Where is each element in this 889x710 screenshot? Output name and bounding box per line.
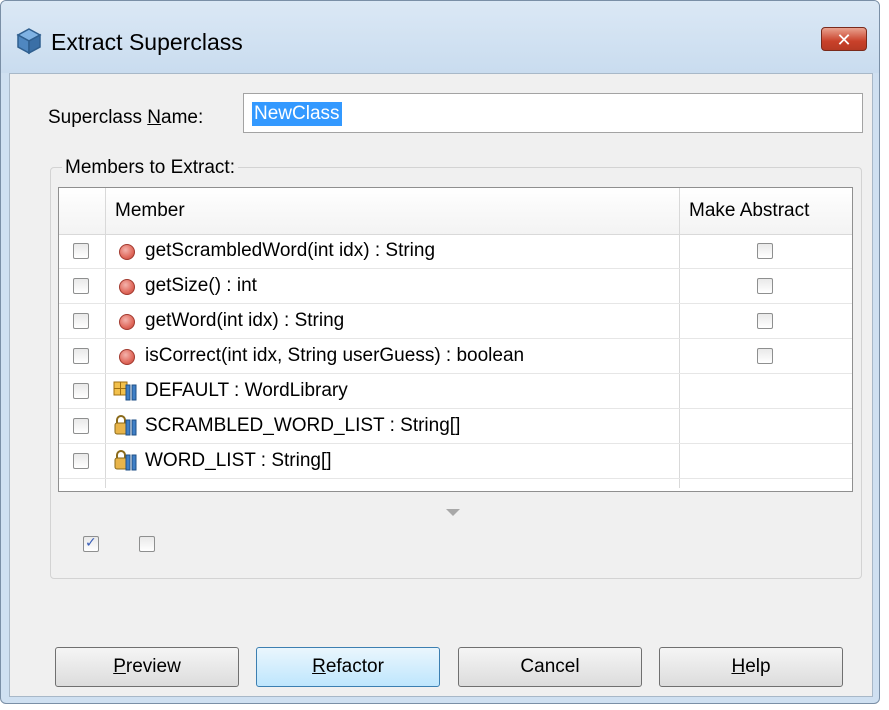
- member-select-checkbox[interactable]: [73, 383, 89, 399]
- table-row[interactable]: getSize() : int: [59, 269, 852, 304]
- member-name: WORD_LIST : String[]: [145, 450, 332, 471]
- table-header: Member Make Abstract: [59, 188, 852, 235]
- member-name: getWord(int idx) : String: [145, 310, 345, 331]
- table-row[interactable]: isCorrect(int idx, String userGuess) : b…: [59, 339, 852, 374]
- member-name: SCRAMBLED_WORD_LIST : String[]: [145, 415, 461, 436]
- method-icon: [119, 244, 135, 260]
- member-name: getScrambledWord(int idx) : String: [145, 240, 436, 261]
- option-checkbox-1[interactable]: [83, 534, 99, 552]
- column-header-make-abstract[interactable]: Make Abstract: [689, 188, 809, 234]
- members-table: Member Make Abstract getScrambledWord(in…: [58, 187, 853, 492]
- dialog-title: Extract Superclass: [51, 29, 243, 55]
- superclass-name-value: NewClass: [252, 102, 342, 126]
- superclass-name-input[interactable]: NewClass: [243, 93, 863, 133]
- preview-button[interactable]: Preview: [55, 647, 239, 687]
- member-select-checkbox[interactable]: [73, 243, 89, 259]
- extract-superclass-dialog: Extract Superclass ✕ Superclass Name: Ne…: [0, 0, 880, 704]
- member-name: isCorrect(int idx, String userGuess) : b…: [145, 345, 525, 366]
- make-abstract-checkbox[interactable]: [757, 278, 773, 294]
- refactor-button[interactable]: Refactor: [256, 647, 440, 687]
- table-row[interactable]: WORD_LIST : String[]: [59, 444, 852, 479]
- method-icon: [119, 279, 135, 295]
- method-icon: [119, 314, 135, 330]
- column-header-member[interactable]: Member: [115, 188, 185, 234]
- make-abstract-checkbox[interactable]: [757, 313, 773, 329]
- member-select-checkbox[interactable]: [73, 313, 89, 329]
- method-icon: [119, 349, 135, 365]
- locked-field-icon: [114, 450, 137, 471]
- make-abstract-checkbox[interactable]: [757, 243, 773, 259]
- help-button[interactable]: Help: [659, 647, 843, 687]
- superclass-name-label: Superclass Name:: [48, 107, 204, 128]
- field-icon: [113, 381, 137, 401]
- table-row[interactable]: getScrambledWord(int idx) : String: [59, 234, 852, 269]
- table-row[interactable]: SCRAMBLED_WORD_LIST : String[]: [59, 409, 852, 444]
- members-group-label: Members to Extract:: [62, 157, 238, 179]
- option-checkbox-2[interactable]: [139, 536, 155, 552]
- class-cube-icon: [16, 28, 42, 55]
- title-bar: Extract Superclass ✕: [1, 1, 879, 73]
- member-select-checkbox[interactable]: [73, 418, 89, 434]
- cancel-button[interactable]: Cancel: [458, 647, 642, 687]
- expand-arrow-icon[interactable]: [446, 509, 460, 516]
- table-row[interactable]: getWord(int idx) : String: [59, 304, 852, 339]
- dialog-content: Superclass Name: NewClass Members to Ext…: [9, 73, 873, 697]
- member-name: getSize() : int: [145, 275, 257, 296]
- locked-field-icon: [114, 415, 137, 436]
- member-select-checkbox[interactable]: [73, 278, 89, 294]
- member-select-checkbox[interactable]: [73, 348, 89, 364]
- member-select-checkbox[interactable]: [73, 453, 89, 469]
- member-name: DEFAULT : WordLibrary: [145, 380, 348, 401]
- close-icon: ✕: [836, 30, 852, 50]
- make-abstract-checkbox[interactable]: [757, 348, 773, 364]
- close-button[interactable]: ✕: [821, 27, 867, 51]
- table-row[interactable]: DEFAULT : WordLibrary: [59, 374, 852, 409]
